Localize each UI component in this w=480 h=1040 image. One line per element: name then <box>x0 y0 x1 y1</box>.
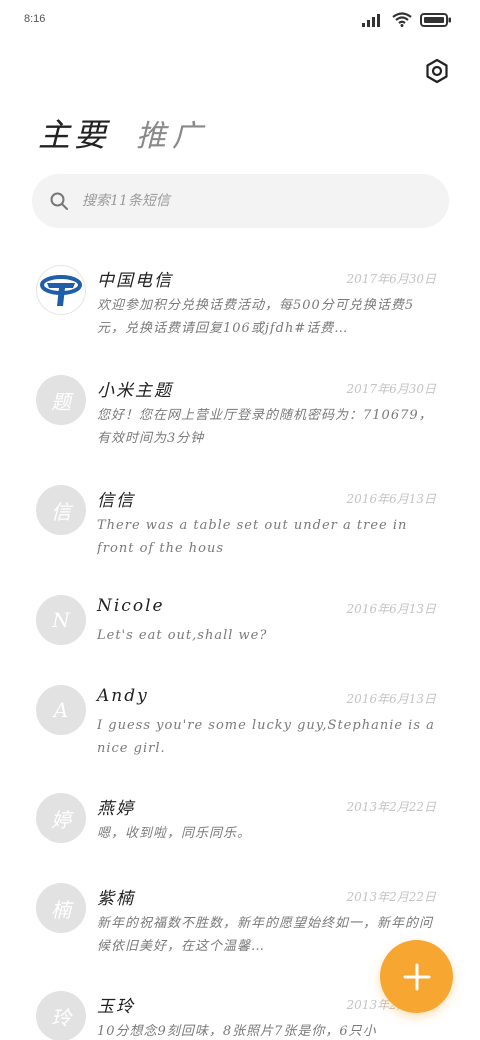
conversation-preview: 您好！您在网上营业厅登录的随机密码为：710679，有效时间为3分钟 <box>97 408 433 446</box>
conversation-preview: 嗯，收到啦，同乐同乐。 <box>97 826 252 841</box>
conversation-date: 2016年6月13日 <box>346 692 436 706</box>
conversation-name: Nicole <box>97 596 165 616</box>
search-bar[interactable] <box>32 174 449 228</box>
plus-icon <box>403 963 430 990</box>
conversation-name: 中国电信 <box>97 271 173 291</box>
search-icon <box>50 192 68 210</box>
wifi-icon <box>392 12 412 27</box>
conversation-date: 2013年2月22日 <box>346 800 436 814</box>
status-time: 8:16 <box>24 13 46 25</box>
status-icons <box>362 12 452 27</box>
conversation-date: 2016年6月13日 <box>346 602 436 616</box>
avatar: 题 <box>36 375 86 425</box>
avatar <box>36 265 86 315</box>
header-tabs: 主要 推广 <box>38 110 208 156</box>
search-input[interactable] <box>82 193 402 209</box>
conversation-name: 小米主题 <box>97 381 173 401</box>
conversation-name: 玉玲 <box>97 997 135 1017</box>
avatar: 楠 <box>36 883 86 933</box>
conversation-preview: There was a table set out under a tree i… <box>97 518 408 556</box>
settings-icon <box>426 58 448 84</box>
conversation-date: 2013年2月22日 <box>346 890 436 904</box>
signal-icon <box>362 13 380 27</box>
status-bar: 8:16 <box>0 0 480 44</box>
conversation-item[interactable]: A Andy 2016年6月13日 I guess you're some lu… <box>0 668 480 778</box>
avatar: 婷 <box>36 793 86 843</box>
conversation-item[interactable]: 题 小米主题 2017年6月30日 您好！您在网上营业厅登录的随机密码为：710… <box>0 358 480 468</box>
compose-button[interactable] <box>380 940 453 1013</box>
conversation-name: Andy <box>97 686 149 706</box>
avatar: A <box>36 685 86 735</box>
conversation-preview: Let's eat out,shall we? <box>97 628 268 643</box>
conversation-preview: 欢迎参加积分兑换话费活动，每500分可兑换话费5元，兑换话费请回复106或jfd… <box>97 298 415 336</box>
avatar: N <box>36 595 86 645</box>
conversation-name: 燕婷 <box>97 799 135 819</box>
conversation-preview: 10分想念9刻回味，8张照片7张是你，6只小 <box>97 1024 377 1039</box>
tab-promotions[interactable]: 推广 <box>136 111 208 155</box>
conversation-date: 2017年6月30日 <box>346 382 436 396</box>
settings-button[interactable] <box>422 56 452 86</box>
conversation-list: 中国电信 2017年6月30日 欢迎参加积分兑换话费活动，每500分可兑换话费5… <box>0 248 480 1040</box>
battery-icon <box>420 12 451 27</box>
conversation-preview: I guess you're some lucky guy,Stephanie … <box>97 718 435 756</box>
conversation-date: 2017年6月30日 <box>346 272 436 286</box>
china-telecom-logo <box>40 275 82 306</box>
conversation-name: 紫楠 <box>97 889 135 909</box>
avatar: 信 <box>36 485 86 535</box>
tab-main[interactable]: 主要 <box>38 110 110 156</box>
conversation-name: 信信 <box>97 491 135 511</box>
conversation-date: 2016年6月13日 <box>346 492 436 506</box>
conversation-item[interactable]: 中国电信 2017年6月30日 欢迎参加积分兑换话费活动，每500分可兑换话费5… <box>0 248 480 358</box>
conversation-item[interactable]: 信 信信 2016年6月13日 There was a table set ou… <box>0 468 480 578</box>
avatar: 玲 <box>36 991 86 1040</box>
